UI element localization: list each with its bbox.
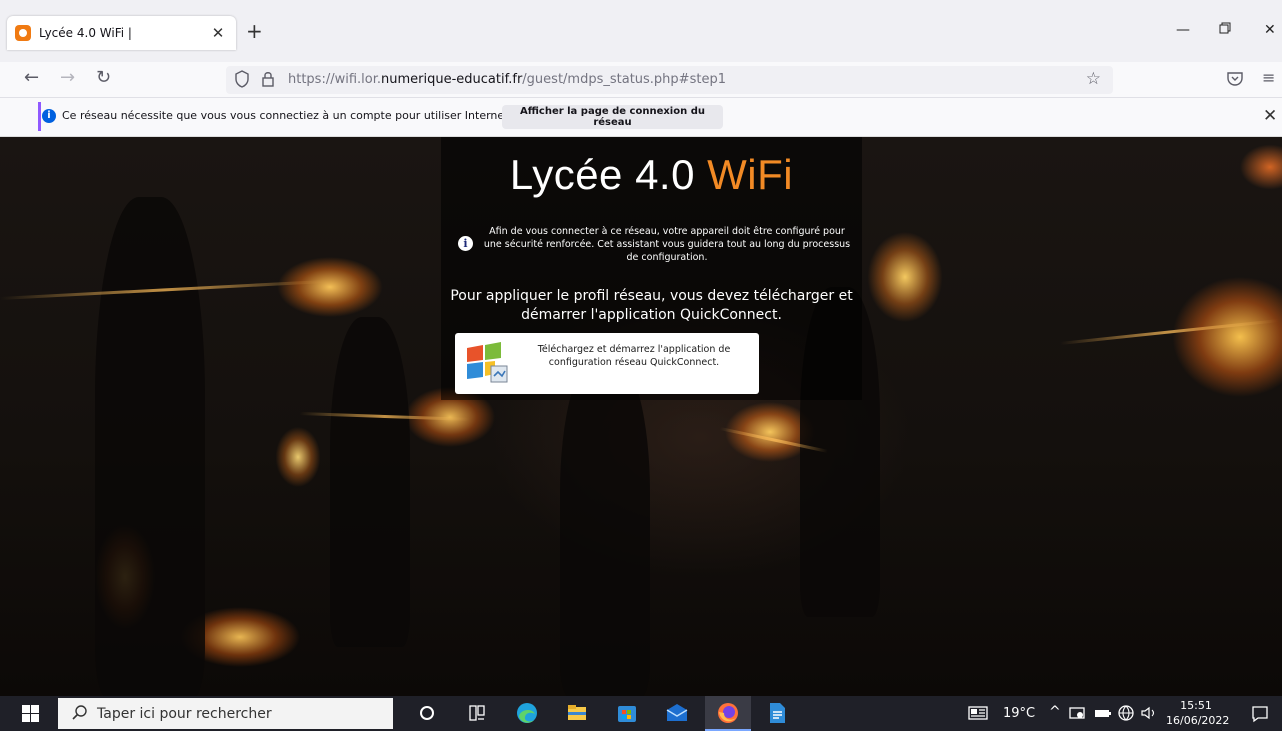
clock-time: 15:51 [1180,699,1212,712]
captive-portal-notification: i Ce réseau nécessite que vous vous conn… [0,98,1282,137]
portal-panel: Lycée 4.0 WiFi i Afin de vous connecter … [441,137,862,400]
url-domain: numerique-educatif.fr [381,72,523,87]
volume-icon[interactable] [1139,700,1159,726]
news-weather-icon[interactable] [966,700,990,726]
bookmark-star-icon[interactable]: ☆ [1086,69,1101,89]
address-bar[interactable]: https://wifi.lor.numerique-educatif.fr/g… [226,66,1113,94]
new-tab-button[interactable]: + [246,19,263,43]
clock-date: 16/06/2022 [1166,714,1230,727]
tab-title: Lycée 4.0 WiFi | [39,26,132,40]
taskbar: Taper ici pour rechercher 19°C ^ 15:51 1… [0,696,1282,731]
microsoft-store-icon[interactable] [614,700,640,726]
cortana-icon[interactable] [414,700,440,726]
network-icon[interactable] [1068,700,1088,726]
temperature[interactable]: 19°C [1003,706,1035,721]
forward-icon[interactable]: → [60,67,75,88]
reload-icon[interactable]: ↻ [96,67,111,88]
url-prefix: https://wifi.lor. [288,72,382,87]
page-content: Lycée 4.0 WiFi i Afin de vous connecter … [0,137,1282,696]
title-main: Lycée 4.0 [509,151,695,198]
file-explorer-icon[interactable] [564,700,590,726]
info-text: Afin de vous connecter à ce réseau, votr… [483,226,851,263]
windows-setup-icon [467,342,508,383]
info-icon: i [42,109,56,123]
pocket-icon[interactable] [1225,69,1245,89]
battery-icon[interactable] [1093,700,1113,726]
quickconnect-download-button[interactable]: Téléchargez et démarrez l'application de… [455,333,759,394]
firefox-icon[interactable] [715,700,741,726]
title-accent: WiFi [707,151,794,198]
globe-icon[interactable] [1116,700,1136,726]
edge-icon[interactable] [514,700,540,726]
restore-icon[interactable] [1219,22,1231,38]
close-notification-icon[interactable]: ✕ [1263,106,1277,126]
quickconnect-button-label: Téléchargez et démarrez l'application de… [537,344,731,368]
windows-start-icon[interactable] [22,705,39,722]
hamburger-menu-icon[interactable]: ≡ [1262,68,1275,87]
document-app-icon[interactable] [764,700,790,726]
mail-icon[interactable] [664,700,690,726]
fire-streak [1059,319,1279,345]
open-login-page-button[interactable]: Afficher la page de connexion du réseau [502,105,723,129]
tracking-shield-icon[interactable] [234,69,250,89]
task-view-icon[interactable] [464,700,490,726]
browser-tab[interactable]: Lycée 4.0 WiFi | ✕ [7,16,236,50]
notification-center-icon[interactable] [1249,700,1271,726]
back-icon[interactable]: ← [24,67,39,88]
url-path: /guest/mdps_status.php#step1 [522,72,726,87]
lock-icon[interactable] [260,69,276,89]
instruction-text: Pour appliquer le profil réseau, vous de… [450,288,853,323]
notification-text: Ce réseau nécessite que vous vous connec… [62,109,512,122]
search-icon [72,705,87,720]
minimize-icon[interactable]: — [1176,22,1190,38]
background-figure [95,197,205,696]
chevron-up-icon[interactable]: ^ [1049,704,1061,720]
background-figure [560,357,650,696]
close-tab-icon[interactable]: ✕ [208,24,228,42]
info-circle-icon: i [458,236,473,251]
page-title: Lycée 4.0 WiFi [441,151,862,199]
taskbar-clock[interactable]: 15:51 16/06/2022 [1166,698,1230,728]
close-window-icon[interactable]: ✕ [1264,22,1276,38]
site-favicon-icon [15,25,31,41]
background-figure [330,317,410,647]
notification-accent [38,102,41,131]
search-placeholder: Taper ici pour rechercher [97,706,272,722]
nav-bar: ← → ↻ https://wifi.lor.numerique-educati… [0,62,1282,98]
taskbar-search-box[interactable]: Taper ici pour rechercher [58,698,393,729]
tab-strip: Lycée 4.0 WiFi | ✕ + — ✕ [0,0,1282,62]
url-text[interactable]: https://wifi.lor.numerique-educatif.fr/g… [288,72,726,87]
